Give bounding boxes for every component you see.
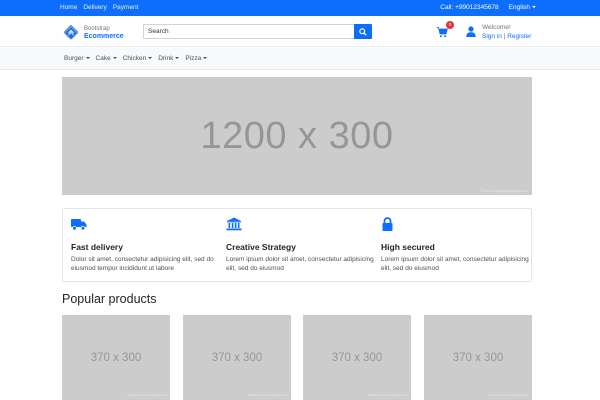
home-link[interactable]: Home xyxy=(60,4,77,11)
category-chicken[interactable]: Chicken xyxy=(122,55,153,62)
search-form xyxy=(143,24,372,39)
logo-name: Ecommerce xyxy=(84,33,124,40)
product-placeholder-label: 370 x 300 xyxy=(90,352,142,364)
product-placeholder-label: 370 x 300 xyxy=(211,352,263,364)
chevron-down-icon xyxy=(85,57,90,60)
search-button[interactable] xyxy=(354,24,372,39)
header: Bootstrap Ecommerce 0 Welcome! Sign in |… xyxy=(0,16,600,47)
language-dropdown[interactable]: English xyxy=(509,4,536,11)
chevron-down-icon xyxy=(203,57,208,60)
chevron-down-icon xyxy=(148,57,153,60)
category-label: Chicken xyxy=(122,55,147,62)
feature-fast-delivery: Fast delivery Dolor sit amet, consectetu… xyxy=(71,217,219,273)
product-credit: Powered by dummyimage.com xyxy=(488,393,530,397)
chevron-down-icon xyxy=(532,6,536,9)
feature-text: Lorem ipsum dolor sit amet, consectetur … xyxy=(226,256,374,272)
chevron-down-icon xyxy=(175,57,180,60)
search-icon xyxy=(359,27,367,36)
feature-title: Creative Strategy xyxy=(226,242,296,252)
product-card[interactable]: 370 x 300 Powered by dummyimage.com xyxy=(424,315,532,400)
banner-placeholder-label: 1200 x 300 xyxy=(200,115,394,157)
product-credit: Powered by dummyimage.com xyxy=(126,393,168,397)
search-input[interactable] xyxy=(143,24,354,39)
banner-credit: Powered by dummyimage.com xyxy=(480,189,529,193)
logo[interactable]: Bootstrap Ecommerce xyxy=(62,24,124,42)
category-drink[interactable]: Drink xyxy=(158,55,180,62)
product-grid: 370 x 300 Powered by dummyimage.com 370 … xyxy=(62,315,532,400)
payment-link[interactable]: Payment xyxy=(113,4,139,11)
feature-title: Fast delivery xyxy=(71,242,123,252)
top-links: Home Delivery Payment xyxy=(60,4,138,11)
register-link[interactable]: Register xyxy=(507,33,531,40)
language-label: English xyxy=(508,4,530,11)
account-separator: | xyxy=(503,33,506,40)
account-links: Welcome! Sign in | Register xyxy=(482,23,531,41)
feature-high-secured: High secured Lorem ipsum dolor sit amet,… xyxy=(381,217,529,273)
features-panel: Fast delivery Dolor sit amet, consectetu… xyxy=(62,208,532,282)
category-nav: Burger Cake Chicken Drink Pizza xyxy=(0,48,600,70)
user-icon[interactable] xyxy=(466,26,476,37)
lock-icon xyxy=(382,217,393,231)
hero-banner[interactable]: 1200 x 300 Powered by dummyimage.com xyxy=(62,77,532,195)
product-placeholder-label: 370 x 300 xyxy=(452,352,504,364)
category-label: Cake xyxy=(95,55,111,62)
section-title: Popular products xyxy=(62,292,157,306)
category-cake[interactable]: Cake xyxy=(96,55,117,62)
category-label: Pizza xyxy=(185,55,202,62)
top-right: Call: +99012345678 English xyxy=(440,4,536,11)
cart-count-badge: 0 xyxy=(446,21,454,29)
bank-icon xyxy=(226,217,242,231)
category-burger[interactable]: Burger xyxy=(64,55,90,62)
product-credit: Powered by dummyimage.com xyxy=(247,393,289,397)
product-card[interactable]: 370 x 300 Powered by dummyimage.com xyxy=(183,315,291,400)
feature-text: Lorem ipsum dolor sit amet, consectetur … xyxy=(381,256,529,272)
welcome-text: Welcome! xyxy=(482,24,511,31)
logo-subtitle: Bootstrap xyxy=(84,26,110,32)
category-label: Burger xyxy=(64,55,84,62)
chevron-down-icon xyxy=(112,57,117,60)
feature-title: High secured xyxy=(381,242,435,252)
signin-link[interactable]: Sign in xyxy=(482,33,502,40)
delivery-link[interactable]: Delivery xyxy=(83,4,106,11)
truck-icon xyxy=(71,219,87,231)
logo-icon xyxy=(63,25,79,40)
top-bar: Home Delivery Payment Call: +99012345678… xyxy=(0,0,600,16)
product-placeholder-label: 370 x 300 xyxy=(331,352,383,364)
phone-number: Call: +99012345678 xyxy=(440,4,499,11)
logo-text: Bootstrap Ecommerce xyxy=(84,25,124,41)
product-card[interactable]: 370 x 300 Powered by dummyimage.com xyxy=(303,315,411,400)
feature-text: Dolor sit amet, consectetur adipisicing … xyxy=(71,256,214,272)
category-label: Drink xyxy=(158,55,174,62)
product-card[interactable]: 370 x 300 Powered by dummyimage.com xyxy=(62,315,170,400)
feature-creative-strategy: Creative Strategy Lorem ipsum dolor sit … xyxy=(226,217,374,273)
category-pizza[interactable]: Pizza xyxy=(185,55,208,62)
product-credit: Powered by dummyimage.com xyxy=(367,393,409,397)
